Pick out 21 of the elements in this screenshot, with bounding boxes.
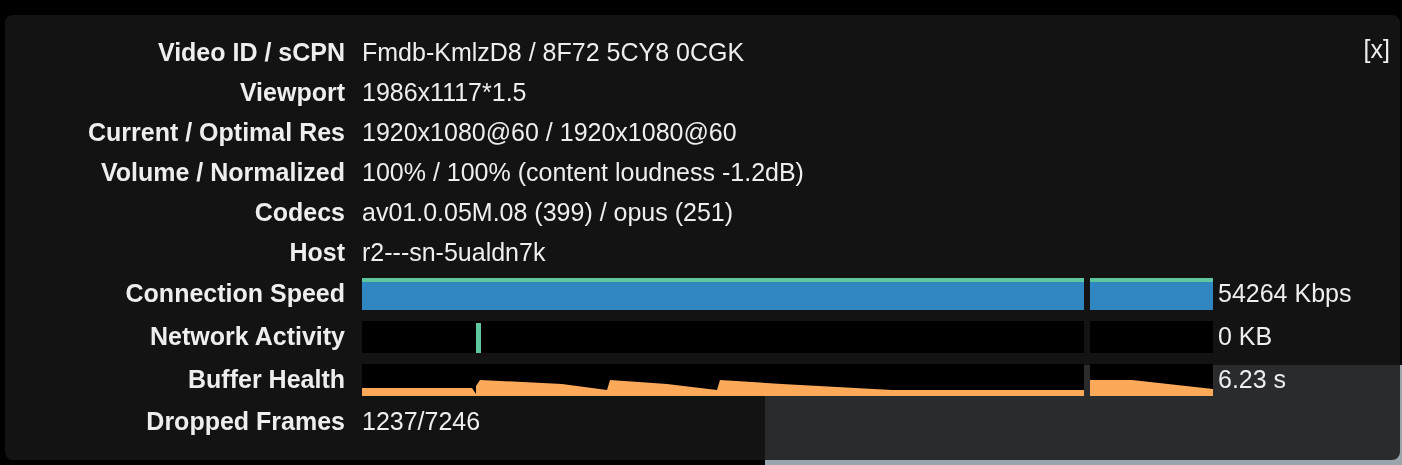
stat-value: 1986x1117*1.5 [362, 77, 527, 108]
stat-value: av01.0.05M.08 (399) / opus (251) [362, 197, 734, 228]
stat-label: Connection Speed [125, 278, 345, 309]
stat-value: 0 KB [1218, 322, 1273, 351]
stat-value: 1920x1080@60 / 1920x1080@60 [362, 117, 737, 148]
stat-label: Volume / Normalized [100, 157, 345, 188]
stat-label: Dropped Frames [146, 406, 345, 437]
stat-label: Codecs [254, 197, 345, 228]
stat-label: Network Activity [150, 321, 345, 352]
stat-value: 6.23 s [1218, 365, 1287, 394]
stat-label: Buffer Health [188, 364, 345, 395]
stat-label: Video ID / sCPN [157, 37, 345, 68]
stat-value: Fmdb-KmlzD8 / 8F72 5CY8 0CGK [362, 37, 745, 68]
stat-value: r2---sn-5ualdn7k [362, 237, 546, 268]
stat-label: Current / Optimal Res [88, 117, 345, 148]
stat-value: 54264 Kbps [1218, 279, 1352, 308]
stat-label: Viewport [239, 77, 345, 108]
stat-value: 100% / 100% (content loudness -1.2dB) [362, 157, 804, 188]
stat-label: Host [289, 237, 345, 268]
close-button[interactable]: [x] [1363, 35, 1390, 64]
stat-value: 1237/7246 [362, 406, 481, 437]
